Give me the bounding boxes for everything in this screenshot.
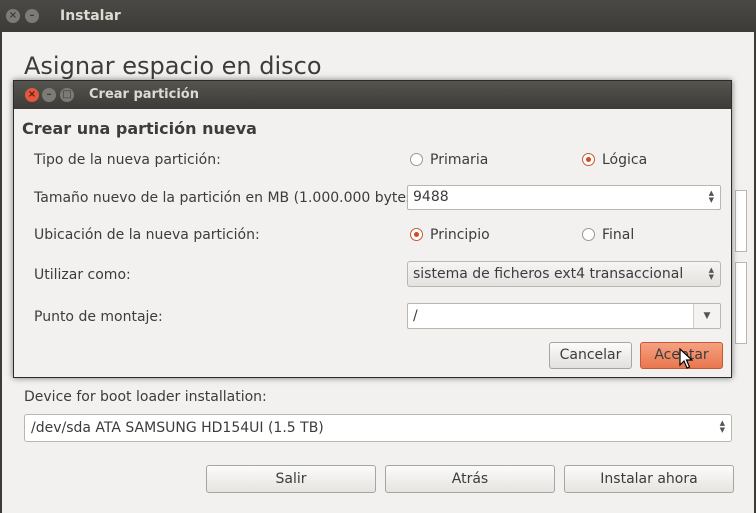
bootloader-label: Device for boot loader installation:: [24, 389, 267, 405]
radio-logical-label[interactable]: Lógica: [602, 152, 647, 168]
radio-end[interactable]: [582, 228, 595, 241]
radio-logical[interactable]: [582, 153, 595, 166]
quit-button[interactable]: Salir: [206, 465, 376, 493]
maximize-icon[interactable]: □: [60, 88, 74, 102]
partition-type-label: Tipo de la nueva partición:: [34, 152, 221, 168]
radio-primary[interactable]: [410, 153, 423, 166]
mount-point-label: Punto de montaje:: [34, 309, 163, 325]
close-icon[interactable]: ×: [25, 88, 39, 102]
spin-arrows-icon: ▲ ▼: [708, 266, 714, 281]
spin-arrows-icon[interactable]: ▲ ▼: [709, 190, 714, 204]
back-button[interactable]: Atrás: [385, 465, 555, 493]
dialog-titlebar: × – □ Crear partición: [14, 81, 731, 109]
radio-end-label[interactable]: Final: [602, 227, 634, 243]
window-title: Instalar: [60, 8, 121, 24]
partition-table-edge: [735, 190, 747, 252]
dialog-heading: Crear una partición nueva: [22, 119, 257, 138]
minimize-icon[interactable]: –: [25, 9, 39, 23]
mount-point-value: /: [413, 308, 418, 324]
create-partition-dialog: × – □ Crear partición Crear una partició…: [13, 80, 732, 378]
bootloader-device-select[interactable]: /dev/sda ATA SAMSUNG HD154UI (1.5 TB) ▲ ▼: [24, 414, 732, 442]
mouse-pointer-icon: [679, 348, 693, 369]
radio-primary-label[interactable]: Primaria: [430, 152, 488, 168]
install-now-button[interactable]: Instalar ahora: [564, 465, 734, 493]
radio-beginning-label[interactable]: Principio: [430, 227, 490, 243]
partition-size-label: Tamaño nuevo de la partición en MB (1.00…: [34, 190, 424, 206]
use-as-select[interactable]: sistema de ficheros ext4 transaccional ▲…: [407, 261, 721, 287]
close-icon[interactable]: ×: [6, 9, 20, 23]
minimize-icon[interactable]: –: [42, 88, 56, 102]
page-title: Asignar espacio en disco: [24, 52, 322, 80]
use-as-value: sistema de ficheros ext4 transaccional: [413, 266, 684, 282]
cancel-button[interactable]: Cancelar: [549, 342, 632, 369]
partition-location-label: Ubicación de la nueva partición:: [34, 227, 260, 243]
partition-size-value: 9488: [413, 189, 449, 205]
dialog-title: Crear partición: [89, 87, 199, 102]
chevron-down-icon[interactable]: ▼: [693, 304, 720, 328]
mount-point-combo[interactable]: / ▼: [407, 303, 721, 329]
installer-titlebar: × – Instalar: [0, 0, 756, 32]
radio-beginning[interactable]: [410, 228, 423, 241]
use-as-label: Utilizar como:: [34, 267, 131, 283]
partition-table-edge: [735, 262, 747, 344]
spin-arrows-icon: ▲ ▼: [719, 419, 725, 434]
partition-size-input[interactable]: 9488 ▲ ▼: [407, 185, 721, 210]
bootloader-device-value: /dev/sda ATA SAMSUNG HD154UI (1.5 TB): [31, 420, 324, 436]
